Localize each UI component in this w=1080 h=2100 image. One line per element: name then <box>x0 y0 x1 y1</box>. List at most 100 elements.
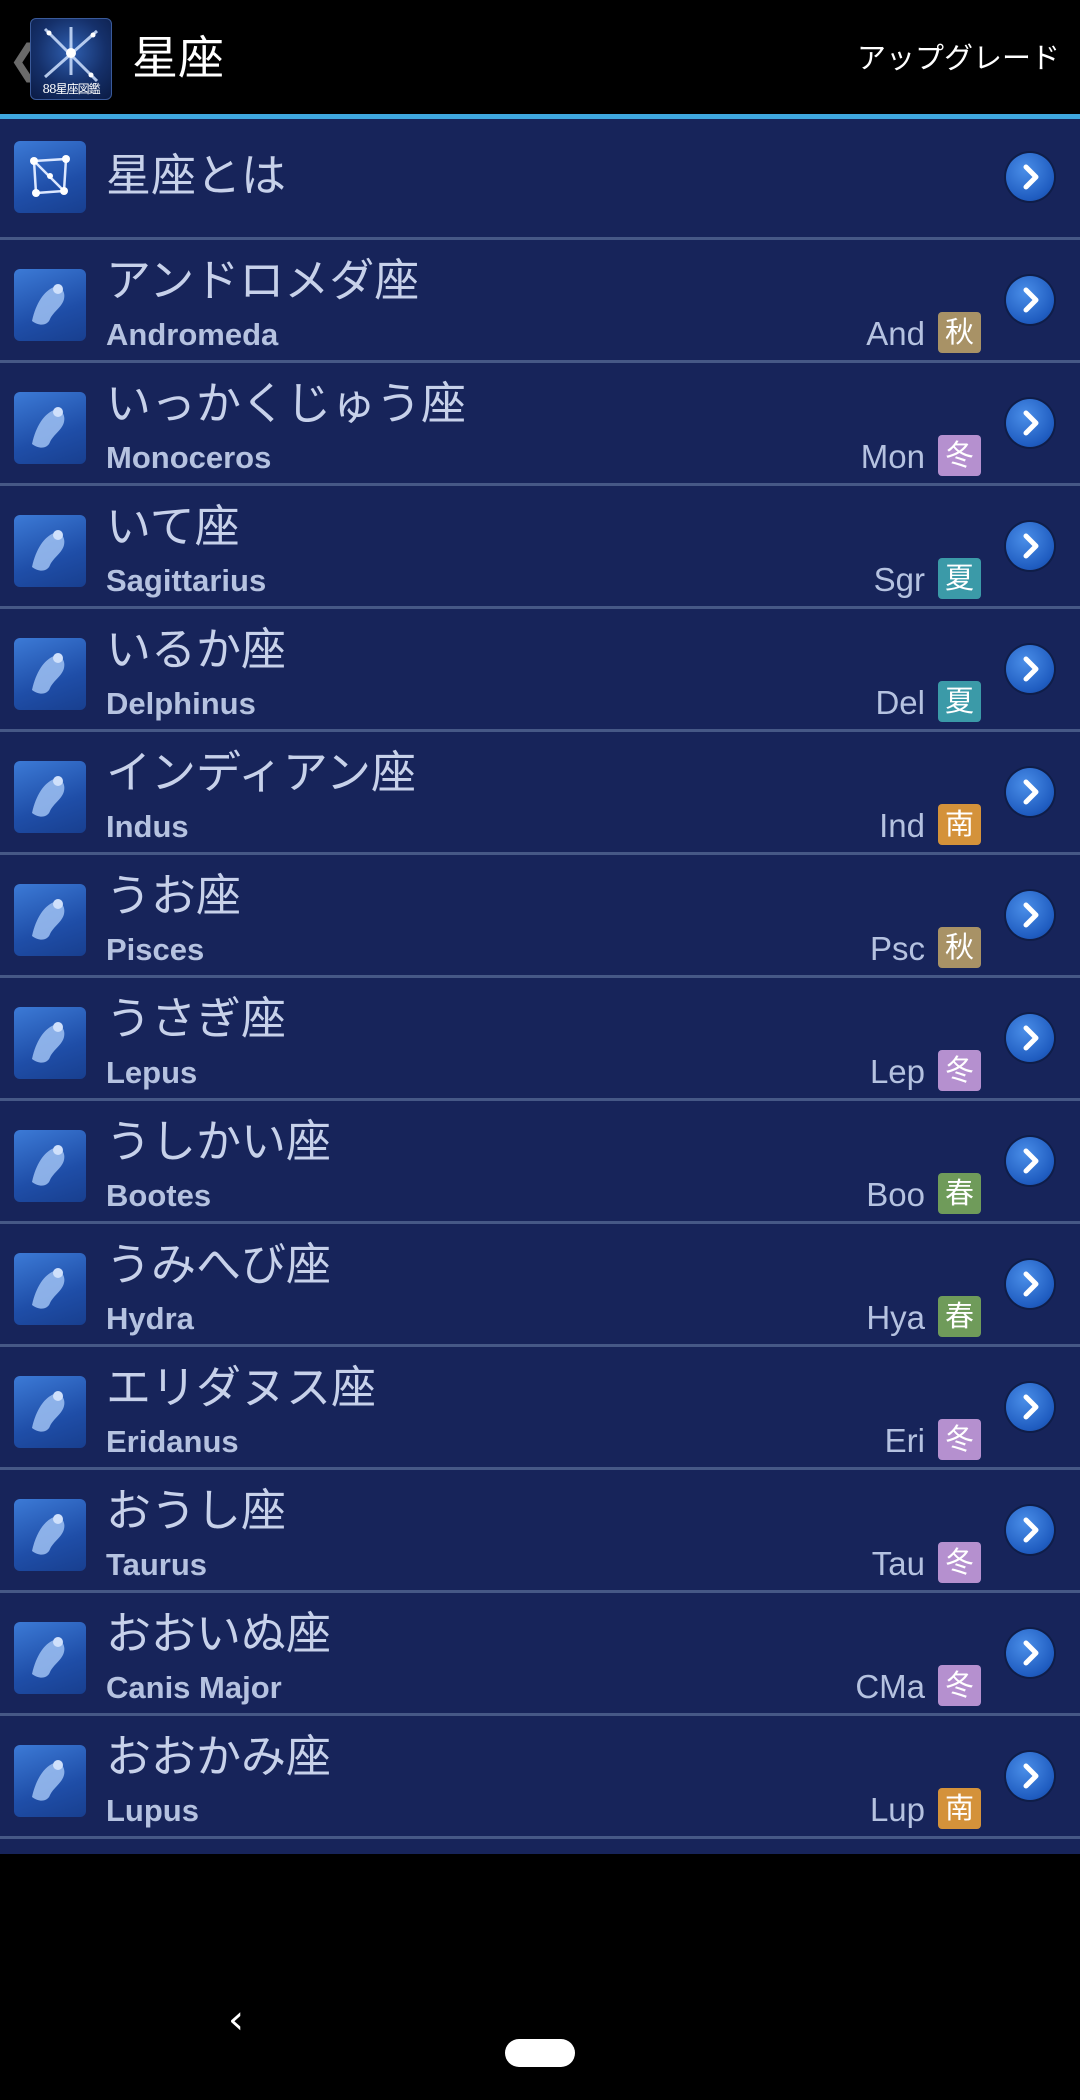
season-badge: 冬 <box>938 1419 981 1460</box>
constellation-japanese-name: おうし座 <box>106 1484 287 1537</box>
constellation-latin-name: Delphinus <box>106 686 256 721</box>
chevron-right-icon[interactable] <box>1006 1629 1054 1677</box>
chevron-right-icon[interactable] <box>1006 1014 1054 1062</box>
app-logo-icon[interactable]: 88星座図鑑 <box>30 18 112 100</box>
constellation-abbreviation: Psc <box>869 930 925 967</box>
constellation-latin-name: Hydra <box>106 1301 194 1336</box>
season-badge: 夏 <box>938 681 981 722</box>
upgrade-button[interactable]: アップグレード <box>857 38 1060 78</box>
list-item[interactable]: インディアン座 Indus Ind 南 <box>0 732 1080 855</box>
constellation-abbreviation: Lup <box>869 1791 925 1828</box>
constellation-abbreviation: CMa <box>855 1668 925 1705</box>
app-logo-caption: 88星座図鑑 <box>42 82 100 96</box>
season-badge: 夏 <box>938 558 981 599</box>
app-header: ❮ 88星座図鑑 星座 アップグレード <box>0 0 1080 116</box>
chevron-right-icon[interactable] <box>1006 891 1054 939</box>
chevron-right-icon[interactable] <box>1006 399 1054 447</box>
nav-home-pill-icon[interactable] <box>505 2039 575 2067</box>
wolf-icon <box>14 1745 86 1817</box>
constellation-japanese-name: エリダヌス座 <box>106 1361 377 1414</box>
season-badge: 春 <box>938 1296 981 1337</box>
nav-back-icon[interactable]: ‹ <box>228 1990 244 2050</box>
season-badge: 冬 <box>938 435 981 476</box>
chevron-right-icon[interactable] <box>1006 1260 1054 1308</box>
hydra-icon <box>14 1253 86 1325</box>
list-item[interactable]: いっかくじゅう座 Monoceros Mon 冬 <box>0 363 1080 486</box>
unicorn-icon <box>14 392 86 464</box>
chevron-right-icon[interactable] <box>1006 1506 1054 1554</box>
constellation-list[interactable]: 星座とは アンドロメダ座 Andromeda And 秋 いっかくじゅう座 Monocer… <box>0 119 1080 1854</box>
constellation-abbreviation: Sgr <box>873 561 925 598</box>
constellation-latin-name: Lupus <box>106 1793 199 1828</box>
constellation-latin-name: Eridanus <box>106 1424 239 1459</box>
list-item[interactable]: うしかい座 Bootes Boo 春 <box>0 1101 1080 1224</box>
system-navigation-bar: ‹ <box>0 1960 1080 2100</box>
season-badge: 秋 <box>938 927 981 968</box>
season-badge: 冬 <box>938 1050 981 1091</box>
constellation-abbreviation: Lep <box>869 1053 925 1090</box>
list-item[interactable]: いて座 Sagittarius Sgr 夏 <box>0 486 1080 609</box>
list-item[interactable]: うさぎ座 Lepus Lep 冬 <box>0 978 1080 1101</box>
list-item[interactable]: おうし座 Taurus Tau 冬 <box>0 1470 1080 1593</box>
hare-icon <box>14 1007 86 1079</box>
season-badge: 春 <box>938 1173 981 1214</box>
fish-icon <box>14 884 86 956</box>
constellation-japanese-name: いっかくじゅう座 <box>106 377 467 430</box>
list-item[interactable]: アンドロメダ座 Andromeda And 秋 <box>0 240 1080 363</box>
river-icon <box>14 1376 86 1448</box>
page-title: 星座 <box>132 31 224 85</box>
list-item[interactable]: おおかみ座 Lupus Lup 南 <box>0 1716 1080 1839</box>
list-item[interactable]: エリダヌス座 Eridanus Eri 冬 <box>0 1347 1080 1470</box>
constellation-latin-name: Pisces <box>106 932 205 967</box>
constellation-latin-name: Monoceros <box>106 440 272 475</box>
chevron-right-icon[interactable] <box>1006 1752 1054 1800</box>
archer-icon <box>14 515 86 587</box>
herdsman-icon <box>14 1130 86 1202</box>
andromeda-icon <box>14 269 86 341</box>
chevron-right-icon[interactable] <box>1006 153 1054 201</box>
list-item[interactable]: おおいぬ座 Canis Major CMa 冬 <box>0 1593 1080 1716</box>
constellation-japanese-name: いて座 <box>106 500 240 553</box>
season-badge: 冬 <box>938 1665 981 1706</box>
constellation-latin-name: Sagittarius <box>106 563 267 598</box>
constellation-latin-name: Andromeda <box>106 317 279 352</box>
constellation-japanese-name: うみへび座 <box>106 1238 332 1291</box>
intro-label: 星座とは <box>106 149 287 202</box>
chevron-right-icon[interactable] <box>1006 1137 1054 1185</box>
constellation-japanese-name: おおかみ座 <box>106 1730 332 1783</box>
list-item-intro[interactable]: 星座とは <box>0 119 1080 240</box>
list-item[interactable]: うお座 Pisces Psc 秋 <box>0 855 1080 978</box>
constellation-abbreviation: Del <box>875 684 925 721</box>
constellation-icon <box>14 141 86 213</box>
constellation-abbreviation: And <box>866 315 925 352</box>
constellation-japanese-name: おおいぬ座 <box>106 1607 332 1660</box>
indian-icon <box>14 761 86 833</box>
dolphin-icon <box>14 638 86 710</box>
chevron-right-icon[interactable] <box>1006 768 1054 816</box>
season-badge: 南 <box>938 1788 981 1829</box>
constellation-latin-name: Indus <box>106 809 189 844</box>
constellation-latin-name: Taurus <box>106 1547 208 1582</box>
constellation-japanese-name: うお座 <box>106 869 242 922</box>
season-badge: 南 <box>938 804 981 845</box>
constellation-japanese-name: いるか座 <box>106 623 287 676</box>
constellation-abbreviation: Hya <box>866 1299 925 1336</box>
constellation-abbreviation: Boo <box>866 1176 925 1213</box>
constellation-latin-name: Canis Major <box>106 1670 282 1705</box>
constellation-japanese-name: アンドロメダ座 <box>106 254 420 307</box>
chevron-right-icon[interactable] <box>1006 522 1054 570</box>
bull-icon <box>14 1499 86 1571</box>
constellation-latin-name: Lepus <box>106 1055 198 1090</box>
constellation-abbreviation: Mon <box>860 438 925 475</box>
great-dog-icon <box>14 1622 86 1694</box>
season-badge: 冬 <box>938 1542 981 1583</box>
chevron-right-icon[interactable] <box>1006 645 1054 693</box>
chevron-right-icon[interactable] <box>1006 276 1054 324</box>
constellation-latin-name: Bootes <box>106 1178 212 1213</box>
constellation-abbreviation: Eri <box>884 1422 925 1459</box>
list-item[interactable]: いるか座 Delphinus Del 夏 <box>0 609 1080 732</box>
constellation-japanese-name: うしかい座 <box>106 1115 332 1168</box>
constellation-abbreviation: Ind <box>879 807 925 844</box>
list-item[interactable]: うみへび座 Hydra Hya 春 <box>0 1224 1080 1347</box>
chevron-right-icon[interactable] <box>1006 1383 1054 1431</box>
